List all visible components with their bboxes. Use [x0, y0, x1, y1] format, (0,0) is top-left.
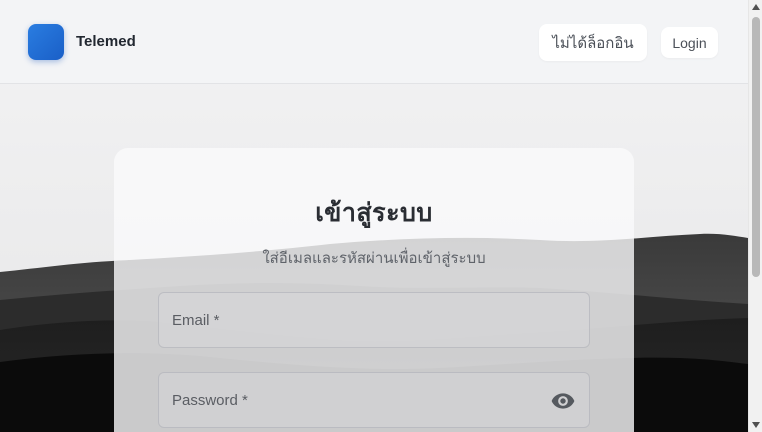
scrollbar-thumb[interactable] — [752, 17, 760, 277]
eye-icon[interactable] — [550, 388, 576, 414]
brand-name[interactable]: Telemed — [76, 33, 136, 50]
vertical-scrollbar[interactable] — [748, 0, 762, 432]
password-field[interactable]: Password * — [158, 372, 590, 428]
email-field-label: Email * — [172, 312, 220, 329]
scroll-down-arrow-icon[interactable] — [749, 418, 762, 432]
app-logo[interactable] — [28, 24, 64, 60]
scroll-up-arrow-icon[interactable] — [749, 0, 762, 14]
login-title: เข้าสู่ระบบ — [315, 198, 433, 227]
email-field[interactable]: Email * — [158, 292, 590, 348]
page-viewport: Telemed ไม่ได้ล็อกอิน Login เข้าสู่ระบบ … — [0, 0, 748, 432]
not-logged-in-button[interactable]: ไม่ได้ล็อกอิน — [539, 24, 647, 61]
top-navbar: Telemed ไม่ได้ล็อกอิน Login — [0, 0, 748, 84]
login-subtitle: ใส่อีเมลและรหัสผ่านเพื่อเข้าสู่ระบบ — [262, 249, 486, 267]
password-field-label: Password * — [172, 392, 248, 409]
login-button[interactable]: Login — [661, 27, 718, 58]
